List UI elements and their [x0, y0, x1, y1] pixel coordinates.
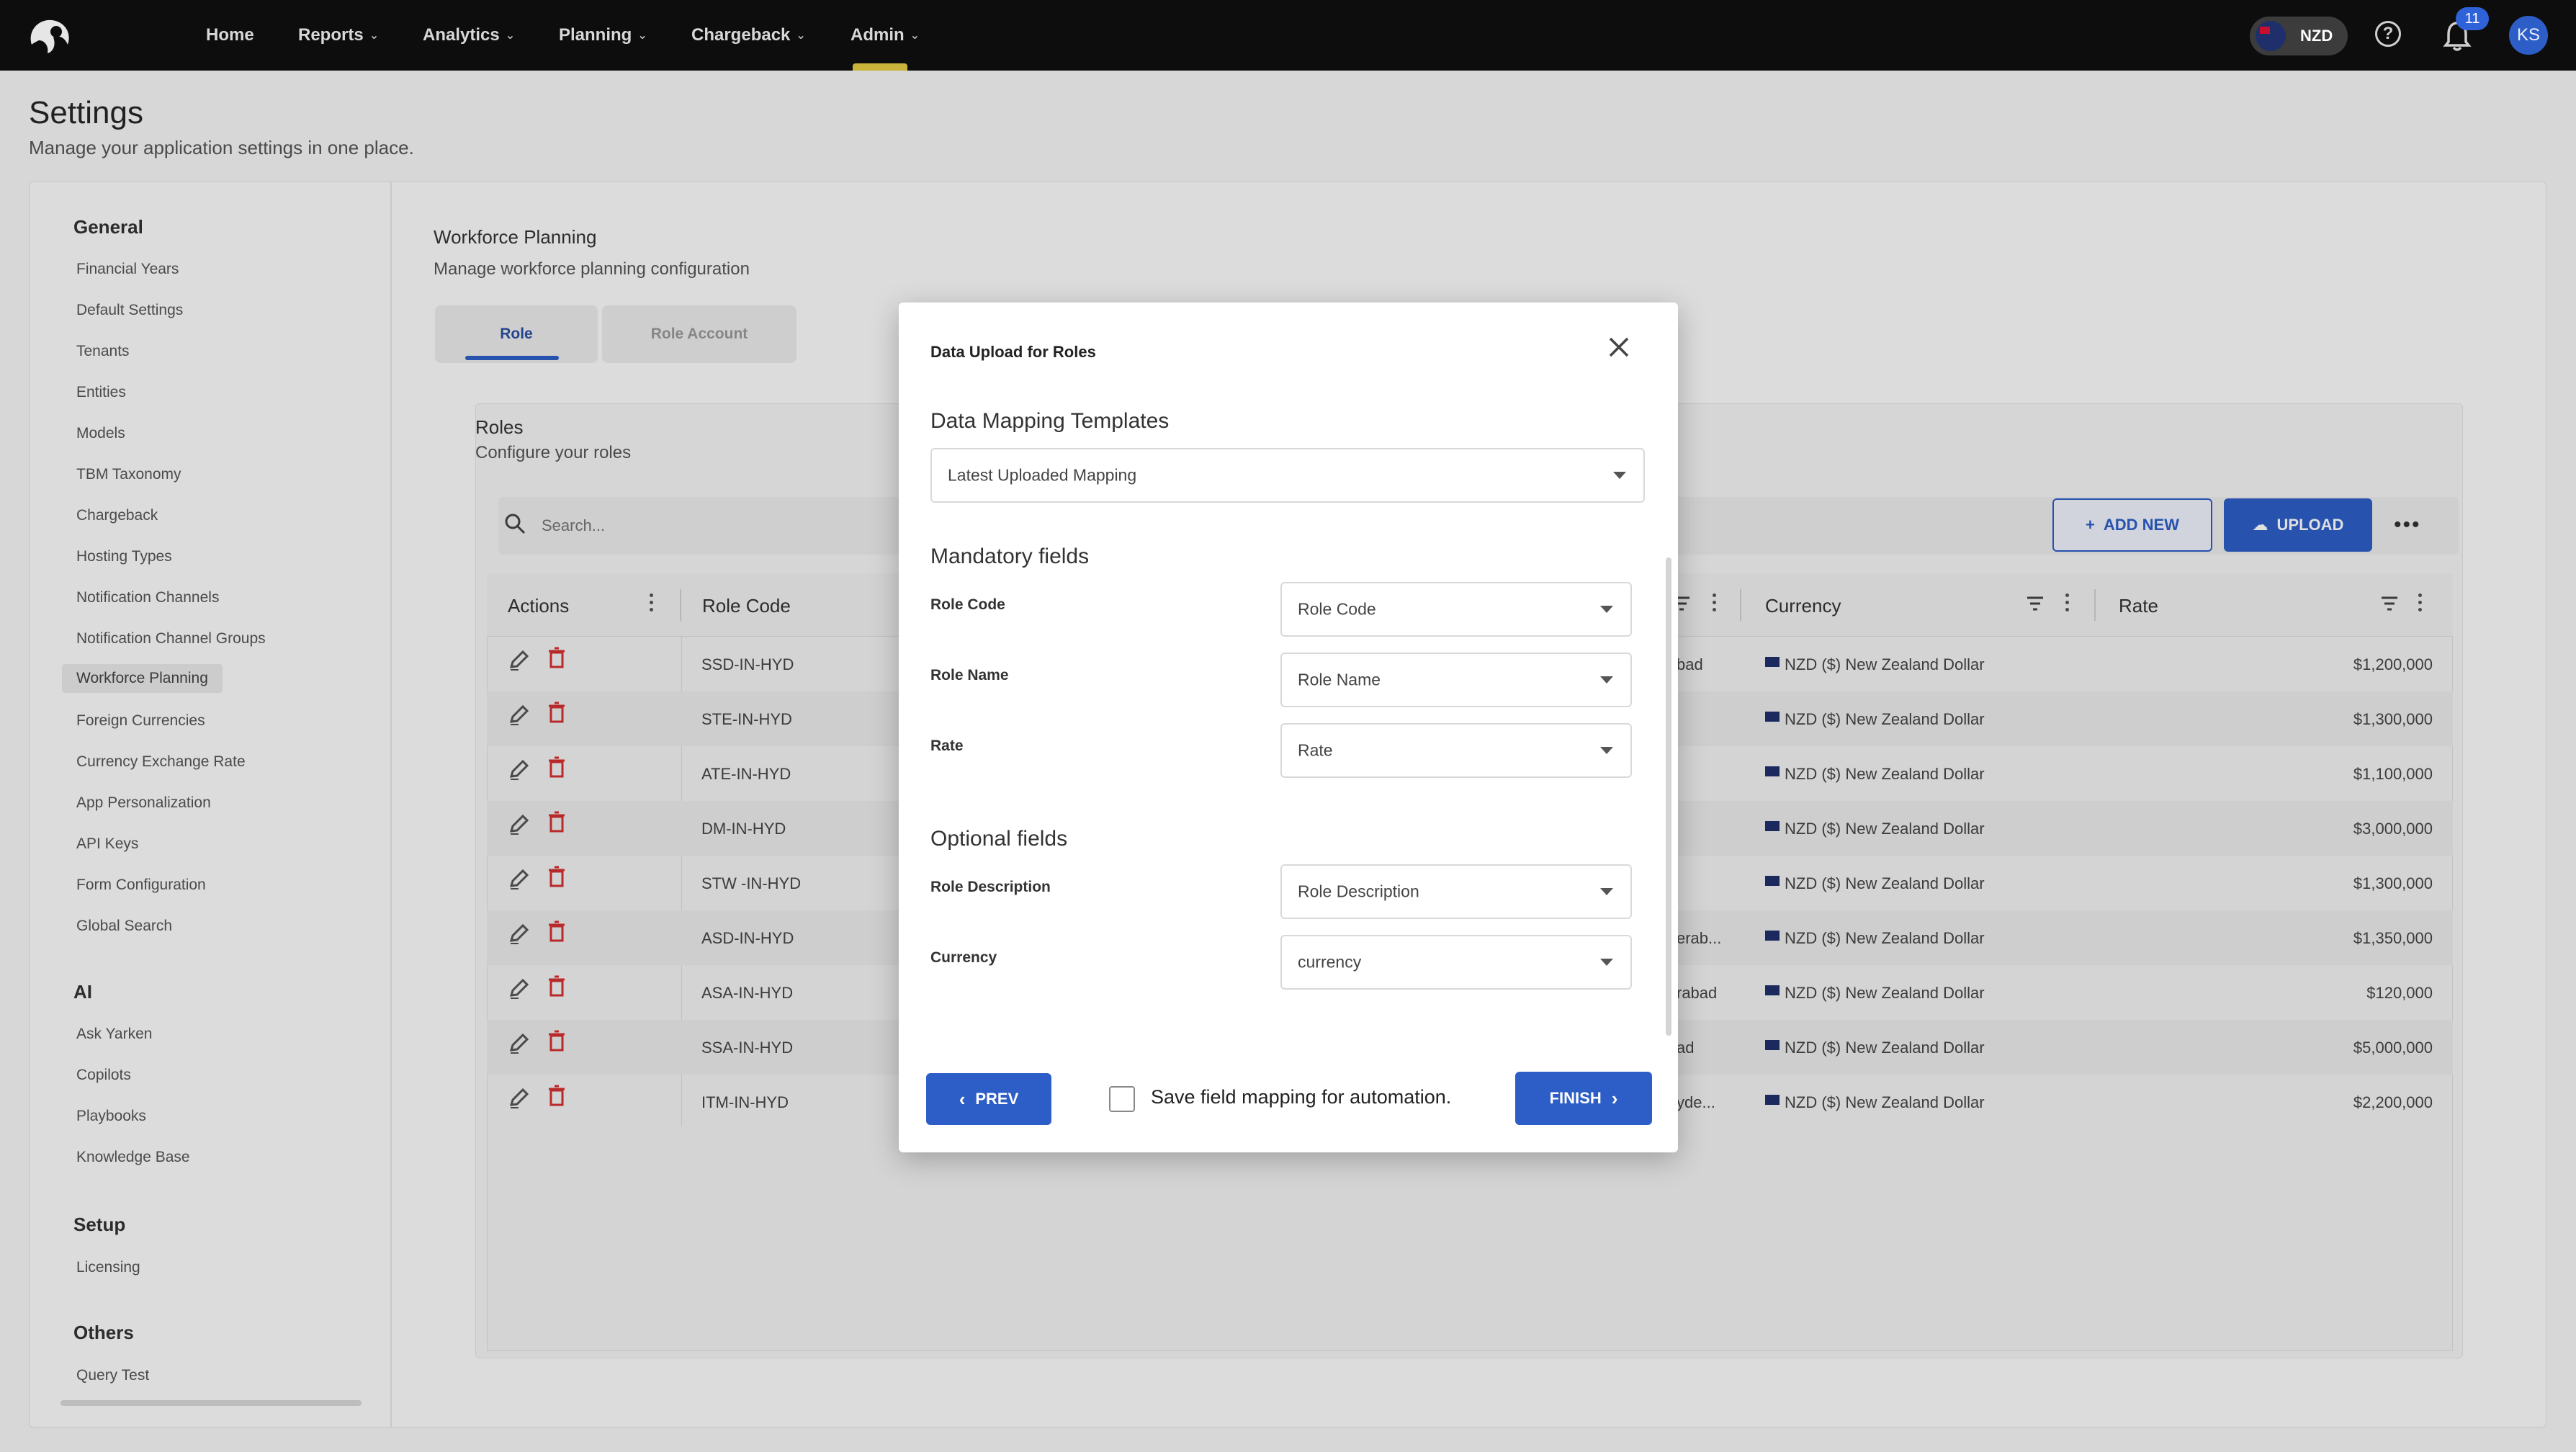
nz-flag-icon [2256, 21, 2286, 51]
rate-select[interactable]: Rate [1280, 723, 1632, 778]
rate-select-value: Rate [1298, 740, 1333, 760]
currency-selector[interactable]: NZD [2250, 17, 2348, 55]
chevron-down-icon: ⌄ [369, 30, 380, 42]
nav-chargeback[interactable]: Chargeback ⌄ [691, 0, 806, 71]
nav-admin[interactable]: Admin ⌄ [851, 0, 920, 71]
app-logo-icon[interactable] [24, 16, 75, 55]
nav-home-label: Home [206, 25, 254, 45]
top-navbar: Home Reports ⌄ Analytics ⌄ Planning ⌄ Charg… [0, 0, 2576, 71]
chevron-down-icon: ⌄ [505, 30, 516, 42]
caret-down-icon [1613, 472, 1626, 479]
prev-button[interactable]: ‹ PREV [926, 1073, 1051, 1125]
chevron-down-icon: ⌄ [910, 30, 920, 42]
finish-label: FINISH [1549, 1089, 1602, 1107]
currency-select[interactable]: currency [1280, 935, 1632, 990]
caret-down-icon [1600, 747, 1613, 754]
templates-heading: Data Mapping Templates [930, 409, 1170, 433]
chevron-left-icon: ‹ [959, 1088, 966, 1110]
modal-scrollbar[interactable] [1666, 557, 1671, 1036]
nav-planning[interactable]: Planning ⌄ [559, 0, 647, 71]
role-code-select-value: Role Code [1298, 599, 1376, 619]
field-label-role-code: Role Code [930, 596, 1005, 613]
caret-down-icon [1600, 606, 1613, 613]
template-select[interactable]: Latest Uploaded Mapping [930, 448, 1645, 503]
chevron-down-icon: ⌄ [796, 30, 806, 42]
nav-analytics-label: Analytics [423, 25, 500, 45]
chevron-down-icon: ⌄ [637, 30, 647, 42]
nav-reports[interactable]: Reports ⌄ [298, 0, 379, 71]
nav-chargeback-label: Chargeback [691, 25, 791, 45]
role-name-select[interactable]: Role Name [1280, 653, 1632, 707]
field-label-rate: Rate [930, 738, 964, 754]
chevron-right-icon: › [1611, 1087, 1618, 1109]
caret-down-icon [1600, 888, 1613, 895]
mandatory-heading: Mandatory fields [930, 544, 1090, 568]
nav-admin-label: Admin [851, 25, 905, 45]
template-select-value: Latest Uploaded Mapping [948, 465, 1137, 485]
nav-active-indicator [853, 63, 907, 71]
user-avatar[interactable]: KS [2509, 16, 2548, 55]
field-label-role-name: Role Name [930, 667, 1009, 684]
role-description-select-value: Role Description [1298, 882, 1419, 901]
caret-down-icon [1600, 959, 1613, 966]
currency-code: NZD [2300, 27, 2333, 45]
role-name-select-value: Role Name [1298, 670, 1381, 689]
modal-title: Data Upload for Roles [930, 343, 1096, 361]
help-icon[interactable]: ? [2375, 21, 2401, 47]
finish-button[interactable]: FINISH › [1515, 1072, 1652, 1125]
field-label-currency: Currency [930, 949, 997, 966]
field-label-role-description: Role Description [930, 879, 1051, 895]
close-icon[interactable] [1606, 334, 1632, 360]
currency-select-value: currency [1298, 952, 1362, 972]
prev-label: PREV [975, 1090, 1019, 1108]
nav-home[interactable]: Home [206, 0, 254, 71]
save-mapping-label[interactable]: Save field mapping for automation. [1151, 1086, 1451, 1108]
notification-count-badge: 11 [2456, 7, 2489, 30]
save-mapping-checkbox[interactable] [1109, 1086, 1135, 1112]
optional-heading: Optional fields [930, 827, 1068, 851]
nav-analytics[interactable]: Analytics ⌄ [423, 0, 515, 71]
role-description-select[interactable]: Role Description [1280, 864, 1632, 919]
role-code-select[interactable]: Role Code [1280, 582, 1632, 637]
caret-down-icon [1600, 676, 1613, 684]
nav-reports-label: Reports [298, 25, 364, 45]
nav-planning-label: Planning [559, 25, 632, 45]
data-upload-modal: Data Upload for Roles Data Mapping Templ… [899, 302, 1678, 1152]
